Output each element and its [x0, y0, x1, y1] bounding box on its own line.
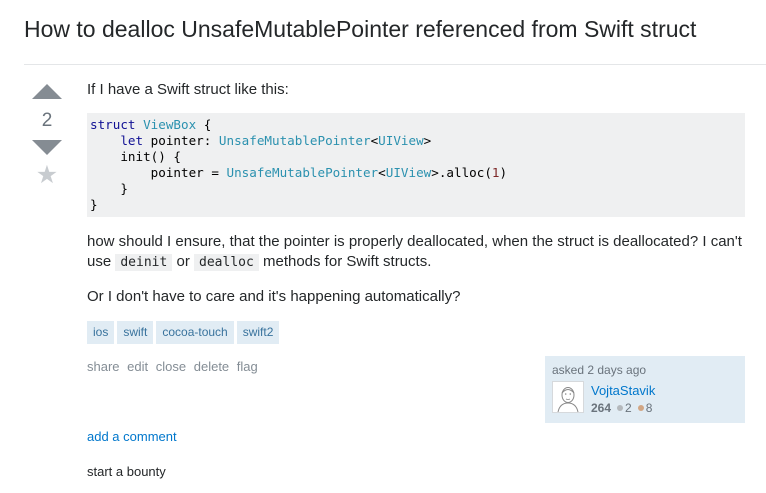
share-link[interactable]: share — [87, 359, 120, 374]
bronze-badge-count: 8 — [645, 401, 653, 415]
code-block: struct ViewBox { let pointer: UnsafeMuta… — [87, 113, 745, 217]
code-text: pointer: — [143, 133, 219, 148]
tag-swift2[interactable]: swift2 — [236, 321, 280, 344]
vote-cell: 2 ★ — [30, 84, 64, 188]
bronze-badge-icon — [637, 405, 644, 412]
avatar[interactable] — [552, 381, 584, 413]
post-menu: share edit close delete flag — [87, 359, 262, 374]
user-card: asked 2 days ago VojtaStavik 264 2 8 — [545, 356, 745, 423]
silver-badge-count: 2 — [625, 401, 632, 415]
tag-list: ios swift cocoa-touch swift2 — [87, 321, 282, 344]
code-text: >.alloc( — [431, 165, 492, 180]
question-paragraph-2: Or I don't have to care and it's happeni… — [87, 288, 461, 305]
tag-ios[interactable]: ios — [87, 321, 115, 344]
code-text: < — [378, 165, 386, 180]
edit-link[interactable]: edit — [127, 359, 148, 374]
code-text: { — [196, 117, 212, 132]
code-number: 1 — [491, 165, 500, 180]
code-text: } — [90, 197, 98, 212]
inline-code-deinit: deinit — [115, 254, 173, 271]
add-comment-link[interactable]: add a comment — [87, 429, 177, 444]
question-title[interactable]: How to dealloc UnsafeMutablePointer refe… — [24, 16, 696, 43]
code-type: UnsafeMutablePointer — [218, 133, 371, 148]
question-paragraph: how should I ensure, that the pointer is… — [87, 232, 747, 273]
favorite-star-icon[interactable]: ★ — [30, 163, 64, 188]
code-text: > — [423, 133, 432, 148]
asked-time: asked 2 days ago — [552, 363, 647, 377]
avatar-portrait-icon — [557, 387, 579, 413]
tag-swift[interactable]: swift — [117, 321, 154, 344]
code-keyword: let — [120, 133, 144, 148]
code-text: pointer = — [150, 165, 227, 180]
user-name-link[interactable]: VojtaStavik — [591, 383, 655, 398]
code-text: ) — [499, 165, 508, 180]
start-bounty-link[interactable]: start a bounty — [87, 464, 166, 479]
delete-link[interactable]: delete — [194, 359, 229, 374]
code-text: } — [120, 181, 128, 196]
paragraph-text: methods for Swift structs. — [258, 253, 432, 270]
code-keyword: struct — [90, 117, 136, 132]
code-text: init() { — [120, 149, 182, 164]
title-divider — [24, 64, 766, 65]
intro-text: If I have a Swift struct like this: — [87, 81, 289, 98]
code-type: UIView — [378, 133, 424, 148]
paragraph-text: or — [172, 253, 195, 270]
downvote-icon[interactable] — [32, 140, 62, 155]
code-type: UnsafeMutablePointer — [226, 165, 379, 180]
vote-count: 2 — [41, 110, 53, 131]
tag-cocoa-touch[interactable]: cocoa-touch — [156, 321, 234, 344]
code-type: UIView — [385, 165, 432, 180]
upvote-icon[interactable] — [32, 84, 62, 99]
inline-code-dealloc: dealloc — [194, 254, 259, 271]
code-type: ViewBox — [143, 117, 197, 132]
silver-badge-icon — [617, 405, 624, 412]
reputation-score: 264 — [591, 401, 612, 415]
close-link[interactable]: close — [156, 359, 186, 374]
flag-link[interactable]: flag — [237, 359, 258, 374]
user-reputation: 264 2 8 — [591, 401, 652, 415]
